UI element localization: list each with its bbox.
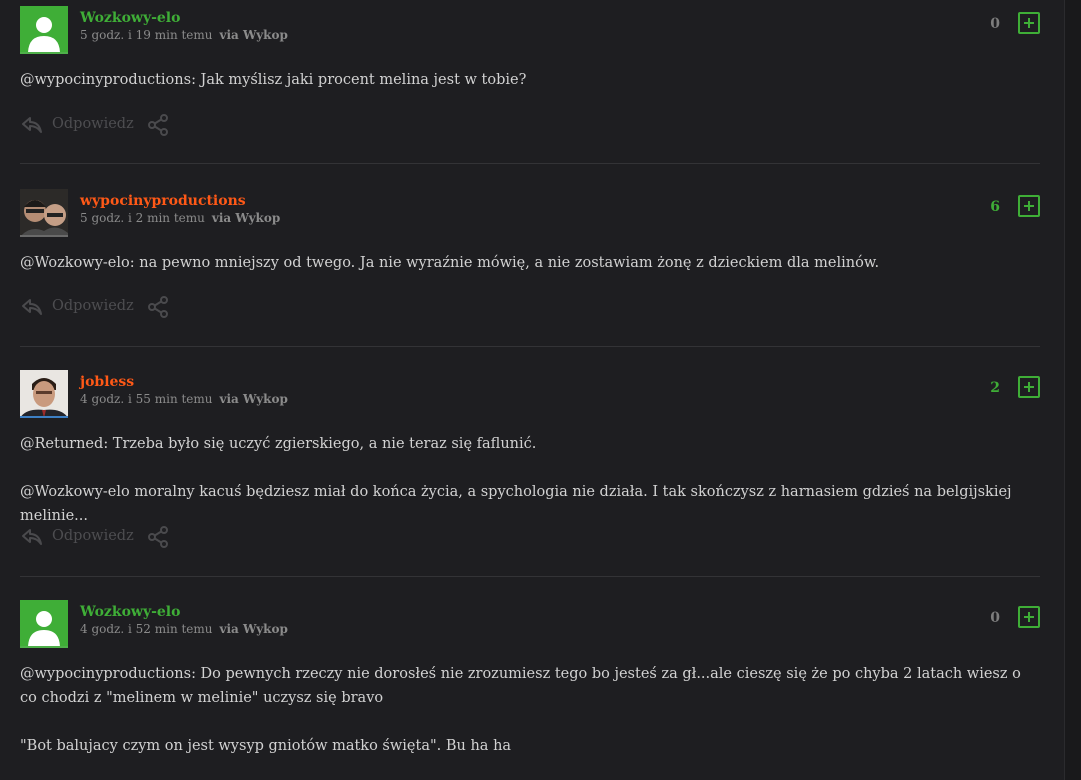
reply-arrow-icon[interactable] <box>20 295 44 319</box>
comment-meta: 4 godz. i 55 min temu via Wykop <box>80 392 288 406</box>
comment-meta: 4 godz. i 52 min temu via Wykop <box>80 622 288 636</box>
reply-button[interactable]: Odpowiedz <box>52 298 134 314</box>
divider <box>20 576 1040 577</box>
comment-paragraph: "Bot balujacy czym on jest wysyp gniotów… <box>20 734 1040 758</box>
source-label: via Wykop <box>219 392 288 406</box>
share-icon[interactable] <box>146 525 170 549</box>
timestamp: 5 godz. i 2 min temu <box>80 211 205 225</box>
photo-avatar-icon <box>20 189 68 235</box>
author-name[interactable]: wypocinyproductions <box>80 193 246 209</box>
share-icon[interactable] <box>146 113 170 137</box>
divider <box>20 346 1040 347</box>
comment-paragraph: @wypocinyproductions: Do pewnych rzeczy … <box>20 662 1040 710</box>
paragraph-text: moralny kacuś będziesz miał do końca życ… <box>20 484 1012 524</box>
timestamp: 4 godz. i 52 min temu <box>80 622 213 636</box>
photo-avatar-icon <box>20 370 68 416</box>
source-label: via Wykop <box>219 28 288 42</box>
default-user-avatar-icon <box>28 17 60 52</box>
source-label: via Wykop <box>211 211 281 225</box>
divider <box>20 163 1040 164</box>
comment-meta: 5 godz. i 19 min temu via Wykop <box>80 28 288 42</box>
timestamp: 5 godz. i 19 min temu <box>80 28 213 42</box>
mention-link[interactable]: @Wozkowy-elo <box>20 255 130 271</box>
avatar[interactable] <box>20 600 68 648</box>
comment-meta: 5 godz. i 2 min temu via Wykop <box>80 211 280 225</box>
author-name[interactable]: Wozkowy-elo <box>80 10 180 26</box>
avatar[interactable] <box>20 6 68 54</box>
paragraph-text: : Trzeba było się uczyć zgierskiego, a n… <box>103 436 537 452</box>
author-name[interactable]: Wozkowy-elo <box>80 604 180 620</box>
timestamp: 4 godz. i 55 min temu <box>80 392 213 406</box>
mention-link[interactable]: @Wozkowy-elo <box>20 484 130 500</box>
paragraph-text: "Bot balujacy czym on jest wysyp gniotów… <box>20 738 512 754</box>
scrollbar[interactable] <box>1064 0 1081 780</box>
paragraph-text: : Jak myślisz jaki procent melina jest w… <box>191 72 527 88</box>
plus-icon[interactable] <box>1018 195 1040 217</box>
vote-count: 2 <box>990 380 1000 396</box>
reply-button[interactable]: Odpowiedz <box>52 528 134 544</box>
vote-count: 0 <box>990 16 1000 32</box>
comment-paragraph: @Returned: Trzeba było się uczyć zgiersk… <box>20 432 1040 456</box>
comment-body: @Returned: Trzeba było się uczyć zgiersk… <box>20 432 1040 528</box>
mention-link[interactable]: @wypocinyproductions <box>20 666 191 682</box>
reply-arrow-icon[interactable] <box>20 113 44 137</box>
source-label: via Wykop <box>219 622 288 636</box>
mention-link[interactable]: @wypocinyproductions <box>20 72 191 88</box>
comment-paragraph: @Wozkowy-elo moralny kacuś będziesz miał… <box>20 480 1040 528</box>
comment-paragraph: @wypocinyproductions: Jak myślisz jaki p… <box>20 68 1040 92</box>
reply-arrow-icon[interactable] <box>20 525 44 549</box>
avatar[interactable] <box>20 370 68 418</box>
comment-feed: Wozkowy-elo 5 godz. i 19 min temu via Wyk… <box>0 0 1064 780</box>
default-user-avatar-icon <box>28 611 60 646</box>
share-icon[interactable] <box>146 295 170 319</box>
comment: Wozkowy-elo 4 godz. i 52 min temu via Wyk… <box>20 600 1040 770</box>
comment-body: @Wozkowy-elo: na pewno mniejszy od twego… <box>20 251 1040 275</box>
vote-count: 6 <box>990 199 1000 215</box>
comment: jobless 4 godz. i 55 min temu via Wykop 2… <box>20 370 1040 560</box>
comment: wypocinyproductions 5 godz. i 2 min temu… <box>20 189 1040 329</box>
reply-button[interactable]: Odpowiedz <box>52 116 134 132</box>
comment-paragraph: @Wozkowy-elo: na pewno mniejszy od twego… <box>20 251 1040 275</box>
plus-icon[interactable] <box>1018 376 1040 398</box>
avatar[interactable] <box>20 189 68 237</box>
plus-icon[interactable] <box>1018 12 1040 34</box>
comment: Wozkowy-elo 5 godz. i 19 min temu via Wyk… <box>20 6 1040 146</box>
plus-icon[interactable] <box>1018 606 1040 628</box>
paragraph-text: : na pewno mniejszy od twego. Ja nie wyr… <box>129 255 880 271</box>
vote-count: 0 <box>990 610 1000 626</box>
comment-body: @wypocinyproductions: Do pewnych rzeczy … <box>20 662 1040 758</box>
mention-link[interactable]: @Returned <box>20 436 103 452</box>
author-name[interactable]: jobless <box>80 374 134 390</box>
comment-body: @wypocinyproductions: Jak myślisz jaki p… <box>20 68 1040 92</box>
